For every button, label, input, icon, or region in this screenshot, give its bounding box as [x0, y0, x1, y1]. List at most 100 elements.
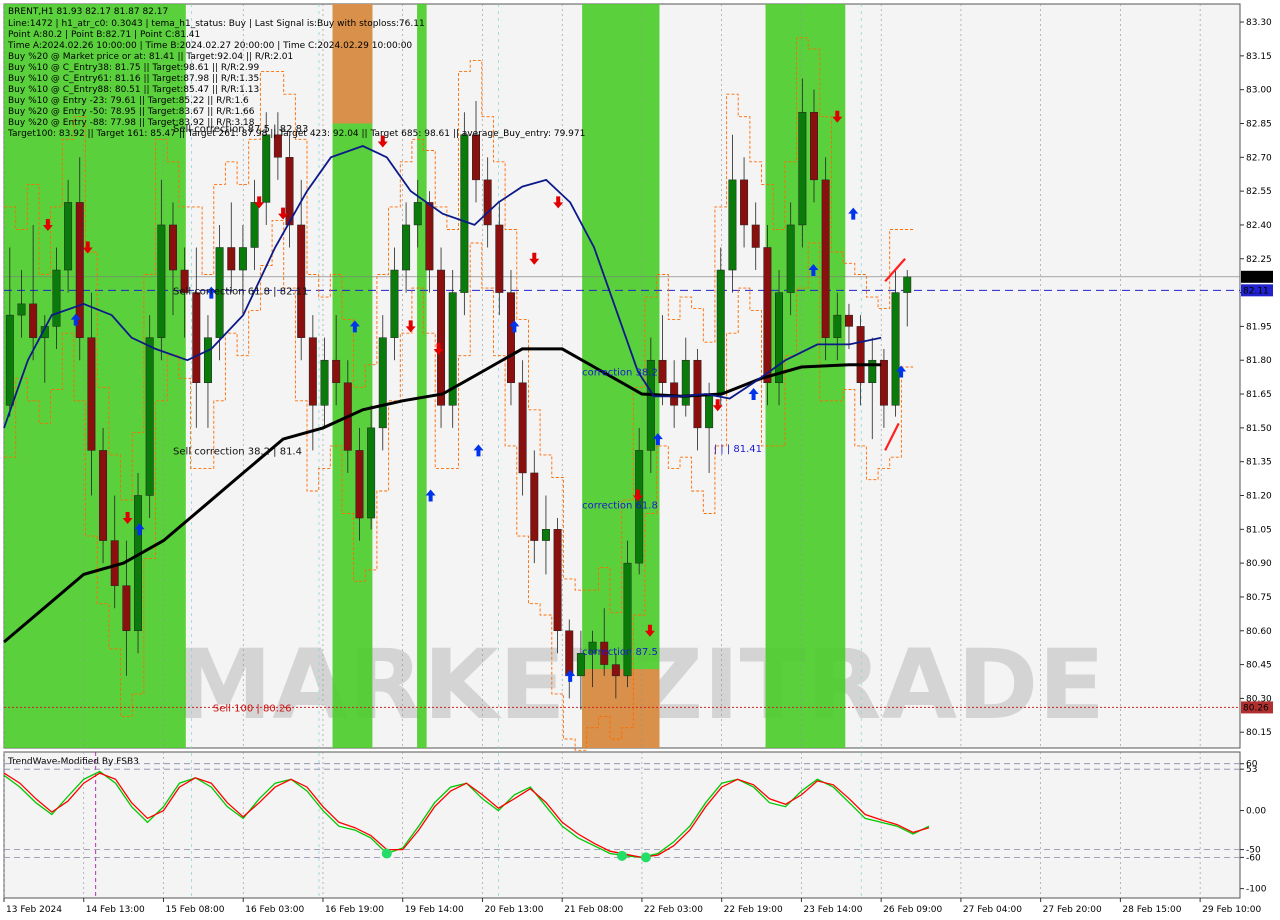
candle-body	[798, 111, 807, 226]
candle-body	[320, 359, 329, 406]
x-tick-label: 16 Feb 03:00	[245, 905, 304, 915]
y-tick-label: 82.55	[1246, 187, 1272, 197]
candle-body	[530, 472, 539, 541]
x-tick-label: 19 Feb 14:00	[405, 905, 464, 915]
candle-body	[821, 179, 830, 338]
candle-body	[751, 224, 760, 248]
candle-body	[879, 359, 888, 406]
annotation-label-1: Sell correction 61.8 | 82.11	[173, 286, 308, 297]
oscillator-signal-dot	[617, 850, 627, 861]
candle-body	[99, 450, 108, 541]
candle-body	[483, 179, 492, 226]
info-line-5: Buy %10 @ C_Entry61: 81.16 || Target:87.…	[8, 74, 259, 84]
candle	[460, 112, 469, 316]
entry-price-tag: 82.11	[1243, 286, 1269, 296]
candle-body	[238, 247, 247, 271]
annotation-label-6: correction 87.5	[582, 647, 658, 658]
y-tick-label: 81.50	[1246, 424, 1272, 434]
candle-body	[402, 224, 411, 271]
x-tick-label: 13 Feb 2024	[6, 905, 62, 915]
y-tick-label: 81.65	[1246, 390, 1272, 400]
annotation-label-3: Sell 100 | 80.26	[213, 703, 292, 714]
x-tick-label: 27 Feb 20:00	[1043, 905, 1102, 915]
candle	[821, 157, 830, 361]
candle-body	[810, 111, 818, 181]
candle-body	[541, 529, 550, 541]
candle-body	[332, 359, 341, 384]
zone-band-2	[417, 4, 427, 748]
symbol-header: BRENT,H1 81.93 82.17 81.87 82.17	[8, 7, 168, 17]
candle-body	[891, 292, 900, 406]
candle-body	[87, 337, 96, 451]
candle-body	[495, 224, 504, 293]
candle-body	[553, 529, 562, 632]
candle-body	[157, 224, 166, 338]
candle-body	[134, 495, 143, 632]
osc-y-tick-label: -60	[1246, 853, 1261, 863]
x-tick-label: 23 Feb 14:00	[803, 905, 862, 915]
x-tick-label: 20 Feb 13:00	[484, 905, 543, 915]
info-line-4: Buy %10 @ C_Entry38: 81.75 || Target:98.…	[8, 63, 259, 73]
info-line-1: Point A:80.2 | Point B:82.71 | Point C:8…	[8, 30, 200, 40]
candle-body	[565, 630, 574, 677]
candle-body	[763, 247, 772, 384]
candle	[716, 247, 725, 406]
candle-body	[413, 202, 422, 226]
annotation-label-4: correction 38.2	[582, 367, 658, 378]
candle-body	[705, 393, 714, 429]
candle-body	[29, 303, 38, 338]
info-line-9: Buy %20 @ Entry -88: 77.98 || Target:83.…	[8, 118, 255, 128]
y-tick-label: 81.20	[1246, 491, 1272, 501]
x-tick-label: 28 Feb 15:00	[1122, 905, 1181, 915]
annotation-label-5: correction 61.8	[582, 501, 658, 512]
y-tick-label: 81.05	[1246, 525, 1272, 535]
candle-body	[716, 269, 725, 395]
candle-body	[192, 292, 201, 384]
candle-body	[611, 664, 620, 677]
info-line-0: Line:1472 | h1_atr_c0: 0.3043 | tema_h1_…	[8, 19, 425, 29]
x-tick-label: 16 Feb 19:00	[325, 905, 384, 915]
info-line-7: Buy %10 @ Entry -23: 79.61 || Target:85.…	[8, 96, 249, 106]
candle-body	[262, 134, 271, 203]
info-line-6: Buy %10 @ C_Entry88: 80.51 || Target:85.…	[8, 85, 259, 95]
candle-body	[833, 314, 842, 338]
info-line-10: Target100: 83.92 || Target 161: 85.47 ||…	[7, 129, 585, 139]
x-tick-label: 22 Feb 19:00	[724, 905, 783, 915]
candle-body	[506, 292, 515, 384]
candle-body	[670, 382, 679, 406]
candle-body	[740, 179, 749, 226]
candle-body	[355, 450, 364, 519]
candle-body	[5, 314, 14, 406]
current-price-tag: 82.17	[1243, 273, 1269, 283]
y-tick-label: 81.80	[1246, 356, 1272, 366]
y-tick-label: 81.95	[1246, 322, 1272, 332]
candle	[448, 270, 457, 428]
y-tick-label: 82.25	[1246, 255, 1272, 265]
candle-body	[227, 247, 236, 271]
osc-y-tick-label: 53	[1246, 765, 1257, 775]
info-line-3: Buy %20 @ Market price or at: 81.41 || T…	[8, 52, 293, 62]
candle	[437, 247, 446, 428]
candle-body	[437, 269, 446, 406]
y-tick-label: 80.60	[1246, 627, 1272, 637]
candle-body	[856, 326, 865, 384]
y-tick-label: 81.35	[1246, 458, 1272, 468]
x-tick-label: 15 Feb 08:00	[165, 905, 224, 915]
candle-body	[658, 359, 667, 384]
osc-y-tick-label: -100	[1246, 885, 1267, 895]
candle	[134, 472, 143, 654]
oscillator-title: TrendWave-Modified By FSB3	[7, 757, 139, 767]
y-tick-label: 83.30	[1246, 18, 1272, 28]
annotation-label-2: Sell correction 38.2 | 81.4	[173, 446, 302, 457]
candle-body	[518, 382, 527, 474]
y-tick-label: 80.90	[1246, 559, 1272, 569]
osc-y-tick-label: 0.00	[1246, 807, 1266, 817]
x-tick-label: 22 Feb 03:00	[644, 905, 703, 915]
candle-body	[472, 134, 480, 181]
candle-body	[775, 292, 784, 384]
candle-body	[844, 314, 853, 327]
y-tick-label: 82.70	[1246, 153, 1272, 163]
candle-body	[367, 427, 376, 519]
chart-canvas: MARKETZITRADE Sell correction 87.5 | 82.…	[0, 0, 1280, 920]
candle-body	[145, 337, 154, 496]
